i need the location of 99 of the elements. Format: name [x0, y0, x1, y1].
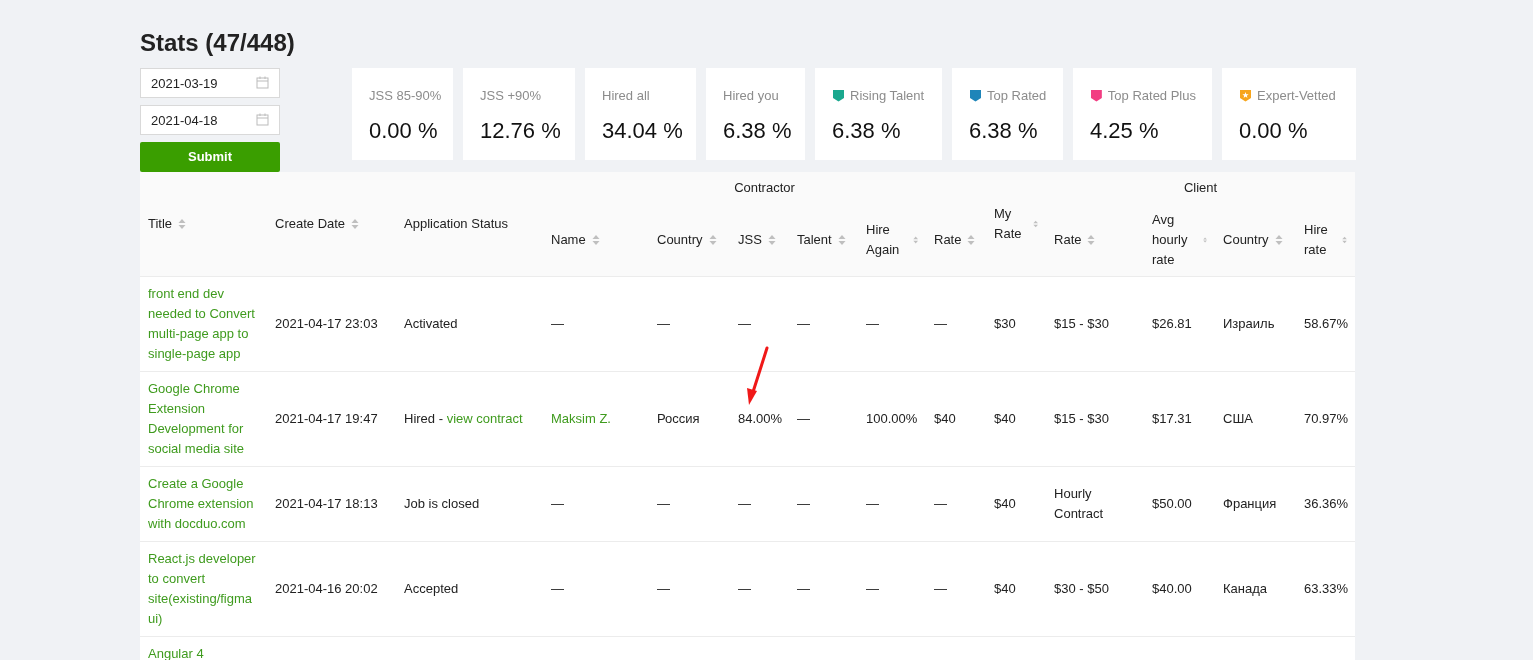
- table-cell: 36.36%: [1304, 496, 1349, 511]
- table-cell: —: [657, 496, 670, 511]
- separator: -: [438, 411, 444, 426]
- table-cell: —: [738, 316, 751, 331]
- table-cell: 2021-04-17 19:47: [275, 411, 378, 426]
- page-title: Stats (47/448): [140, 28, 296, 58]
- calendar-icon: [256, 113, 269, 126]
- column-header[interactable]: Rate: [934, 230, 962, 250]
- table-cell: —: [657, 316, 670, 331]
- column-header[interactable]: Rate: [1054, 230, 1082, 250]
- stat-label: Top Rated: [987, 87, 1047, 105]
- column-header[interactable]: Country: [657, 230, 703, 250]
- table-cell: $40: [994, 581, 1016, 596]
- table-cell: $30 - $50: [1054, 581, 1109, 596]
- table-cell: $30: [994, 316, 1016, 331]
- table-cell: 63.33%: [1304, 581, 1349, 596]
- table-cell: Канада: [1223, 581, 1268, 596]
- table-cell: —: [934, 581, 947, 596]
- table-cell: 100.00%: [866, 411, 918, 426]
- stat-label: JSS 85-90%: [369, 87, 442, 105]
- stat-value: 0.00 %: [1239, 116, 1309, 145]
- table-cell: —: [551, 581, 564, 596]
- table-cell: Франция: [1223, 496, 1277, 511]
- column-header[interactable]: Create Date: [275, 214, 346, 234]
- stat-value: 6.38 %: [832, 116, 902, 145]
- sort-icon[interactable]: [1274, 234, 1283, 246]
- table-cell: —: [551, 316, 564, 331]
- table-cell: 84.00%: [738, 411, 783, 426]
- table-cell: —: [738, 496, 751, 511]
- table-cell: —: [797, 316, 810, 331]
- column-group-header: Client: [1183, 180, 1218, 195]
- date-field[interactable]: 2021-04-18: [140, 105, 280, 135]
- sort-icon[interactable]: [1341, 234, 1347, 246]
- table-cell: Израиль: [1223, 316, 1275, 331]
- sort-icon[interactable]: [1087, 234, 1096, 246]
- sort-icon[interactable]: [591, 234, 600, 246]
- table-cell: Россия: [657, 411, 700, 426]
- table-cell: $40: [994, 496, 1016, 511]
- stat-value: 0.00 %: [369, 116, 437, 145]
- column-header: Application Status: [404, 215, 509, 233]
- table-cell: 2021-04-16 20:02: [275, 581, 378, 596]
- table-cell: $17.31: [1152, 411, 1192, 426]
- date-field[interactable]: 2021-03-19: [140, 68, 280, 98]
- column-header[interactable]: Title: [148, 214, 173, 234]
- table-cell: $40: [934, 411, 956, 426]
- sort-icon[interactable]: [967, 234, 976, 246]
- status-text: Hired: [404, 411, 436, 426]
- sort-icon[interactable]: [708, 234, 717, 246]
- stat-value: 12.76 %: [480, 116, 559, 145]
- stat-value: 6.38 %: [723, 116, 789, 145]
- stat-label: Top Rated Plus: [1107, 87, 1196, 105]
- sort-icon[interactable]: [351, 218, 360, 230]
- sort-icon[interactable]: [1032, 218, 1038, 230]
- table-cell: —: [797, 581, 810, 596]
- table-cell: —: [866, 316, 879, 331]
- table-cell: $40.00: [1152, 581, 1192, 596]
- stat-value: 34.04 %: [602, 116, 680, 145]
- column-group-header: Contractor: [734, 180, 795, 195]
- column-header[interactable]: Country: [1223, 230, 1269, 250]
- column-header[interactable]: Name: [551, 230, 586, 250]
- stat-label: JSS +90%: [480, 87, 542, 105]
- table-cell: 70.97%: [1304, 411, 1349, 426]
- table-cell: —: [738, 581, 751, 596]
- table-cell: Job is closed: [404, 496, 480, 511]
- sort-icon[interactable]: [912, 234, 918, 246]
- table-cell: —: [797, 496, 810, 511]
- sort-icon[interactable]: [767, 234, 776, 246]
- sort-icon[interactable]: [837, 234, 846, 246]
- table-cell: —: [797, 411, 810, 426]
- stat-value: 6.38 %: [969, 116, 1039, 145]
- contractor-name-link[interactable]: Maksim Z.: [551, 409, 641, 429]
- table-cell: —: [657, 581, 670, 596]
- calendar-icon: [256, 76, 269, 89]
- table-cell: 2021-04-17 23:03: [275, 316, 378, 331]
- table-cell: Activated: [404, 316, 458, 331]
- table-cell: США: [1223, 411, 1253, 426]
- table-cell: $15 - $30: [1054, 316, 1109, 331]
- table-cell: 2021-04-17 18:13: [275, 496, 378, 511]
- table-cell: Hourly Contract: [1054, 486, 1104, 521]
- stat-label: Expert-Vetted: [1257, 87, 1336, 105]
- column-header[interactable]: JSS: [738, 230, 762, 250]
- table-cell: $40: [994, 411, 1016, 426]
- column-header[interactable]: Talent: [797, 230, 832, 250]
- table-cell: Accepted: [404, 581, 459, 596]
- table-cell: —: [866, 581, 879, 596]
- stat-label: Rising Talent: [850, 87, 925, 105]
- stat-label: Hired all: [602, 87, 650, 105]
- table-cell: $15 - $30: [1054, 411, 1109, 426]
- table-cell: 58.67%: [1304, 316, 1349, 331]
- table-cell: —: [934, 316, 947, 331]
- view-contract-link[interactable]: view contract: [446, 411, 523, 426]
- table-cell: —: [866, 496, 879, 511]
- sort-icon[interactable]: [178, 218, 187, 230]
- stat-label: Hired you: [723, 87, 779, 105]
- table-cell: —: [551, 496, 564, 511]
- table-cell: $50.00: [1152, 496, 1192, 511]
- table-cell: $26.81: [1152, 316, 1192, 331]
- stat-value: 4.25 %: [1090, 116, 1160, 145]
- table-cell: —: [934, 496, 947, 511]
